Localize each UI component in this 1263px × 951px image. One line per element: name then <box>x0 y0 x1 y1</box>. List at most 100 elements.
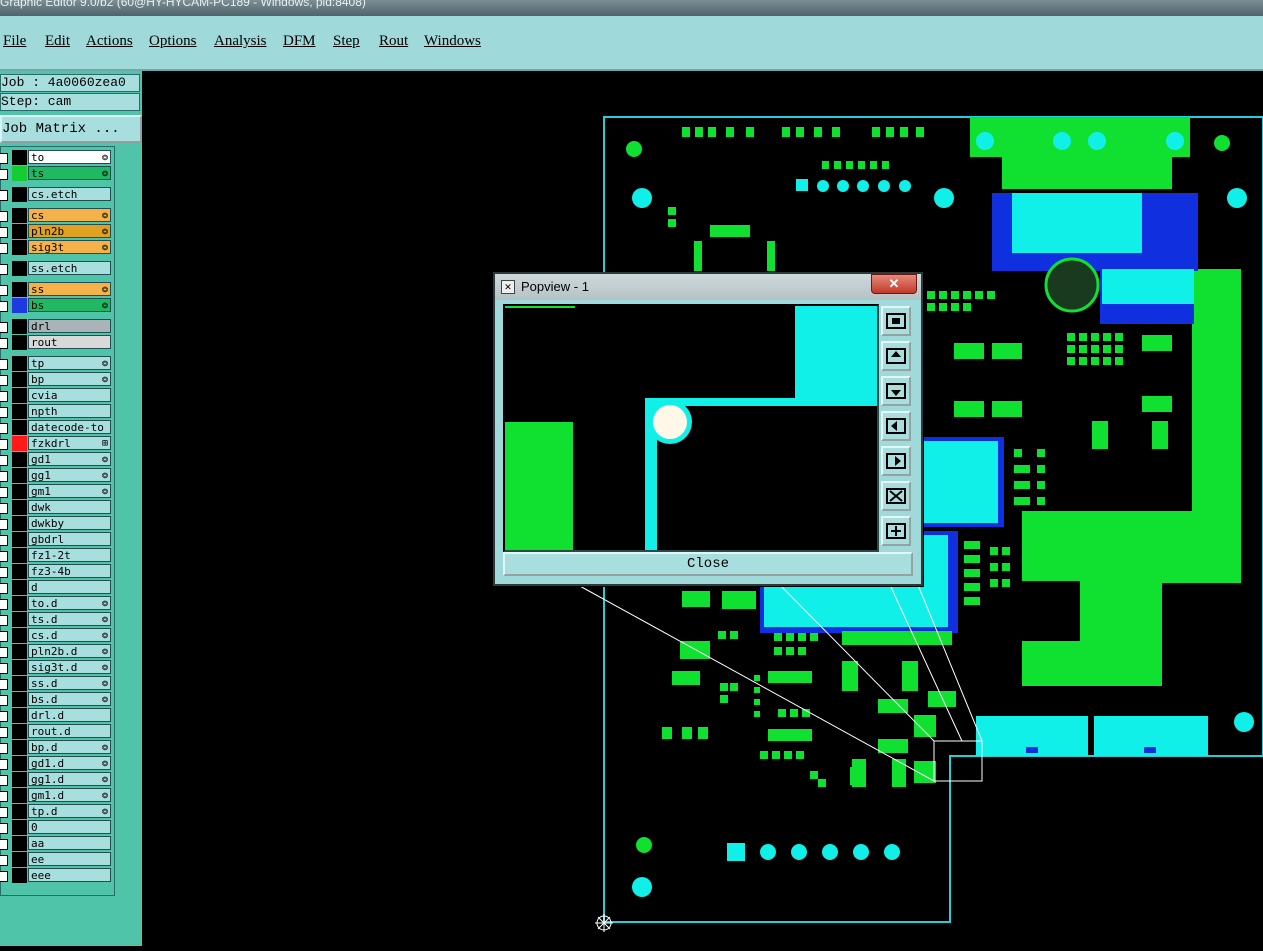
layer-name[interactable]: aa <box>28 836 111 850</box>
layer-row[interactable]: ts.d ❂ <box>0 612 114 627</box>
layer-row[interactable]: datecode-to <box>0 420 114 435</box>
menu-file[interactable]: File <box>3 33 26 50</box>
layer-color-swatch[interactable] <box>12 868 27 883</box>
layer-row[interactable]: ss ❂ <box>0 282 114 297</box>
layer-color-swatch[interactable] <box>12 187 27 202</box>
layer-checkbox[interactable] <box>0 227 8 238</box>
layer-color-swatch[interactable] <box>12 836 27 851</box>
layer-color-swatch[interactable] <box>12 708 27 723</box>
layer-checkbox[interactable] <box>0 679 8 690</box>
layer-color-swatch[interactable] <box>12 612 27 627</box>
layer-checkbox[interactable] <box>0 391 8 402</box>
layer-checkbox[interactable] <box>0 743 8 754</box>
layer-color-swatch[interactable] <box>12 335 27 350</box>
layer-checkbox[interactable] <box>0 631 8 642</box>
layer-name[interactable]: cs.etch <box>28 187 111 201</box>
layer-name[interactable]: ts.d ❂ <box>28 612 111 626</box>
layer-color-swatch[interactable] <box>12 372 27 387</box>
layer-row[interactable]: rout <box>0 335 114 350</box>
popview-pan-right-button[interactable] <box>881 446 911 476</box>
layer-row[interactable]: cs.d ❂ <box>0 628 114 643</box>
layer-checkbox[interactable] <box>0 727 8 738</box>
layer-name[interactable]: dwkby <box>28 516 111 530</box>
layer-name[interactable]: gm1.d ❂ <box>28 788 111 802</box>
layer-row[interactable]: 0 <box>0 820 114 835</box>
layer-color-swatch[interactable] <box>12 548 27 563</box>
layer-checkbox[interactable] <box>0 855 8 866</box>
layer-color-swatch[interactable] <box>12 500 27 515</box>
layer-checkbox[interactable] <box>0 455 8 466</box>
layer-row[interactable]: drl <box>0 319 114 334</box>
layer-name[interactable]: sig3t ❂ <box>28 240 111 254</box>
layer-color-swatch[interactable] <box>12 166 27 181</box>
layer-row[interactable]: tp ❂ <box>0 356 114 371</box>
layer-name[interactable]: tp ❂ <box>28 356 111 370</box>
menu-actions[interactable]: Actions <box>86 33 133 50</box>
layer-row[interactable]: sig3t.d ❂ <box>0 660 114 675</box>
layer-row[interactable]: fz1-2t <box>0 548 114 563</box>
layer-row[interactable]: to.d ❂ <box>0 596 114 611</box>
layer-checkbox[interactable] <box>0 439 8 450</box>
layer-name[interactable]: cs.d ❂ <box>28 628 111 642</box>
popview-pan-up-button[interactable] <box>881 341 911 371</box>
layer-color-swatch[interactable] <box>12 740 27 755</box>
job-matrix-button[interactable]: Job Matrix ... <box>0 115 142 143</box>
layer-name[interactable]: drl.d <box>28 708 111 722</box>
layer-color-swatch[interactable] <box>12 852 27 867</box>
layer-color-swatch[interactable] <box>12 724 27 739</box>
layer-row[interactable]: gbdrl <box>0 532 114 547</box>
layer-row[interactable]: ts ❂ <box>0 166 114 181</box>
layer-checkbox[interactable] <box>0 839 8 850</box>
layer-row[interactable]: cs ❂ <box>0 208 114 223</box>
layer-checkbox[interactable] <box>0 823 8 834</box>
menu-rout[interactable]: Rout <box>379 33 408 50</box>
layer-row[interactable]: gd1.d ❂ <box>0 756 114 771</box>
layer-checkbox[interactable] <box>0 871 8 882</box>
menu-dfm[interactable]: DFM <box>283 33 316 50</box>
layer-row[interactable]: d <box>0 580 114 595</box>
layer-name[interactable]: bp ❂ <box>28 372 111 386</box>
layer-color-swatch[interactable] <box>12 404 27 419</box>
layer-color-swatch[interactable] <box>12 224 27 239</box>
popview-title-bar[interactable]: ✕ Popview - 1 ✕ <box>495 274 921 300</box>
layer-color-swatch[interactable] <box>12 420 27 435</box>
layer-color-swatch[interactable] <box>12 788 27 803</box>
menu-step[interactable]: Step <box>333 33 360 50</box>
layer-checkbox[interactable] <box>0 359 8 370</box>
layer-checkbox[interactable] <box>0 338 8 349</box>
layer-checkbox[interactable] <box>0 243 8 254</box>
layer-name[interactable]: d <box>28 580 111 594</box>
menu-windows[interactable]: Windows <box>424 33 481 50</box>
layer-checkbox[interactable] <box>0 169 8 180</box>
layer-name[interactable]: gbdrl <box>28 532 111 546</box>
layer-row[interactable]: fz3-4b <box>0 564 114 579</box>
layer-row[interactable]: rout.d <box>0 724 114 739</box>
layer-name[interactable]: gd1 ❂ <box>28 452 111 466</box>
layer-checkbox[interactable] <box>0 487 8 498</box>
layer-name[interactable]: fz3-4b <box>28 564 111 578</box>
menu-options[interactable]: Options <box>149 33 197 50</box>
layer-name[interactable]: gg1 ❂ <box>28 468 111 482</box>
layer-row[interactable]: aa <box>0 836 114 851</box>
layer-name[interactable]: cs ❂ <box>28 208 111 222</box>
layer-name[interactable]: to.d ❂ <box>28 596 111 610</box>
layer-checkbox[interactable] <box>0 567 8 578</box>
layer-checkbox[interactable] <box>0 695 8 706</box>
menu-edit[interactable]: Edit <box>45 33 70 50</box>
layer-color-swatch[interactable] <box>12 388 27 403</box>
layer-checkbox[interactable] <box>0 322 8 333</box>
layer-name[interactable]: ss.etch <box>28 261 111 275</box>
layer-checkbox[interactable] <box>0 551 8 562</box>
layer-name[interactable]: sig3t.d ❂ <box>28 660 111 674</box>
layer-color-swatch[interactable] <box>12 298 27 313</box>
layer-name[interactable]: cvia <box>28 388 111 402</box>
layer-name[interactable]: rout.d <box>28 724 111 738</box>
layer-checkbox[interactable] <box>0 759 8 770</box>
layer-name[interactable]: eee <box>28 868 111 882</box>
layer-name[interactable]: ee <box>28 852 111 866</box>
layer-color-swatch[interactable] <box>12 660 27 675</box>
layer-checkbox[interactable] <box>0 519 8 530</box>
layer-row[interactable]: ss.etch <box>0 261 114 276</box>
layer-checkbox[interactable] <box>0 407 8 418</box>
layer-name[interactable]: bp.d ❂ <box>28 740 111 754</box>
